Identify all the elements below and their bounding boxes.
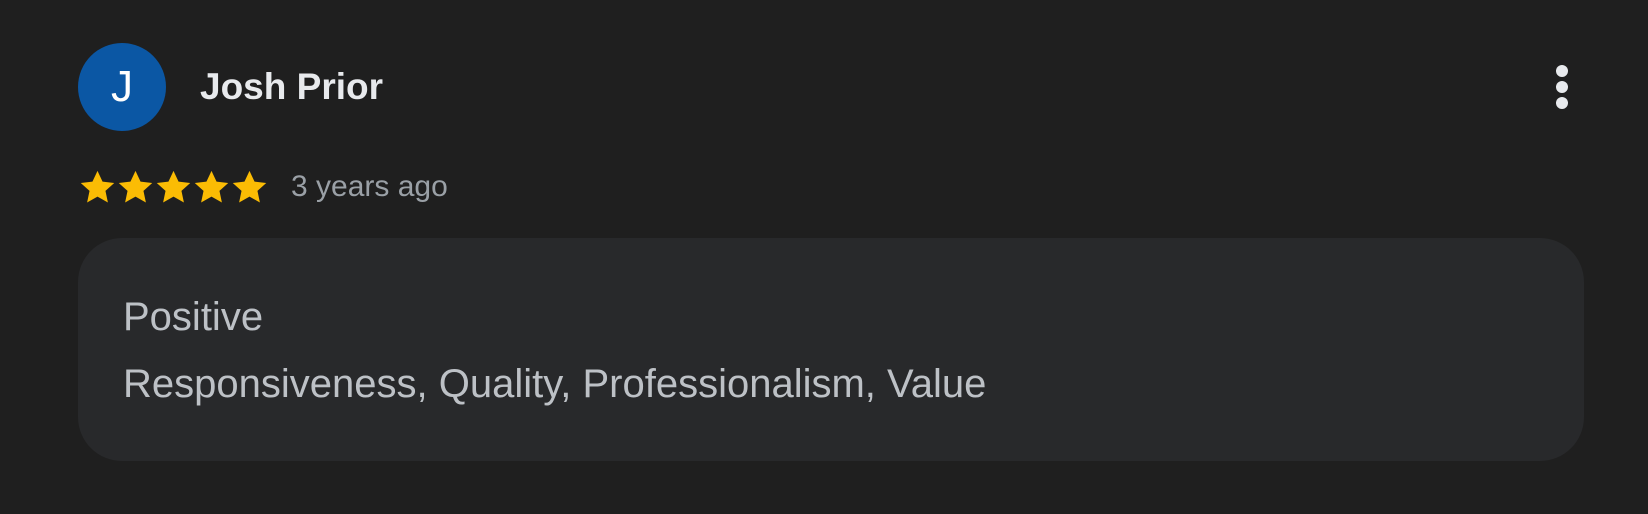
review-attributes-panel: Positive Responsiveness, Quality, Profes… [78, 238, 1584, 461]
review-card: J Josh Prior 3 years ago Positive Respon… [78, 0, 1584, 514]
star-icon [118, 170, 153, 202]
star-icon [194, 170, 229, 202]
avatar-initial: J [111, 62, 133, 111]
attributes-values: Responsiveness, Quality, Professionalism… [123, 362, 987, 406]
star-icon [156, 170, 191, 202]
review-meta: 3 years ago [78, 167, 448, 207]
more-options-button[interactable] [1542, 59, 1582, 115]
more-vert-icon-dot [1556, 81, 1568, 93]
star-rating [78, 168, 269, 207]
avatar[interactable]: J [78, 43, 166, 131]
star-icon [232, 170, 267, 202]
more-vert-icon-dot [1556, 97, 1568, 109]
review-header: J Josh Prior [78, 43, 1584, 131]
more-vert-icon [1556, 65, 1568, 77]
attributes-heading: Positive [123, 295, 264, 339]
star-icon [80, 170, 115, 202]
review-time: 3 years ago [291, 170, 448, 203]
author-name[interactable]: Josh Prior [200, 67, 383, 107]
